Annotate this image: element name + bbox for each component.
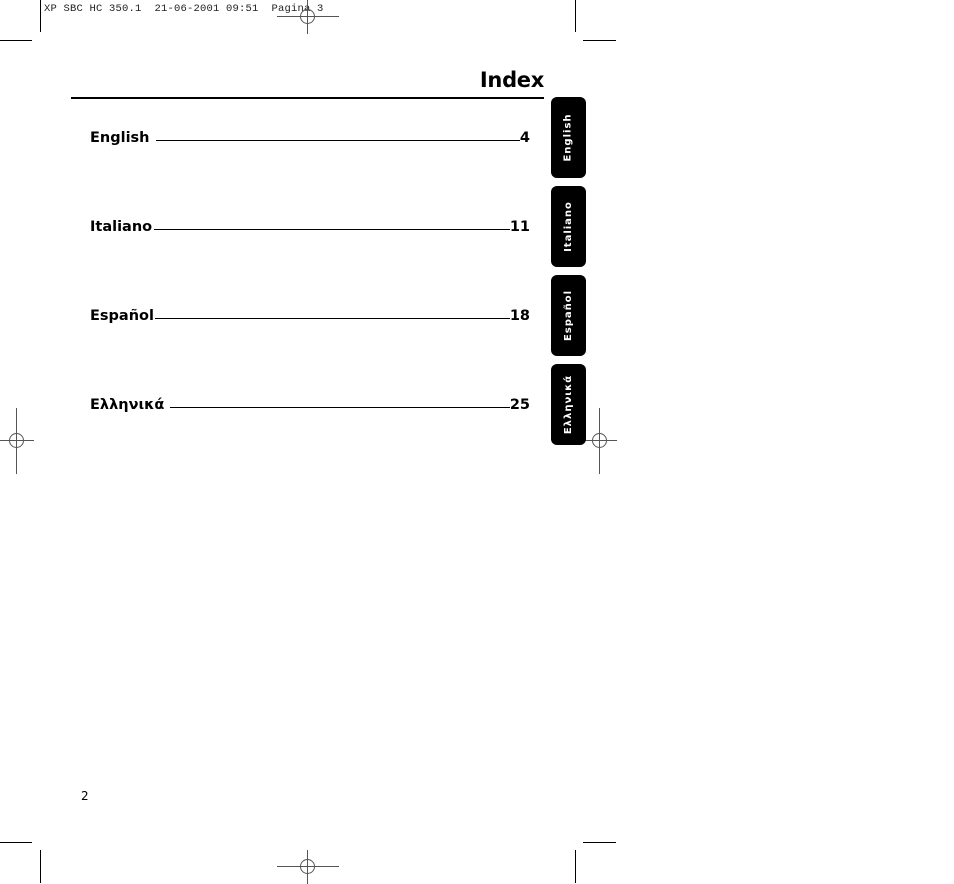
registration-mark-bottom xyxy=(277,850,339,884)
crop-mark-bottom-left-horizontal xyxy=(0,842,32,843)
toc-entry-page: 11 xyxy=(509,219,530,235)
title-divider xyxy=(71,97,544,99)
registration-mark-top xyxy=(277,0,339,34)
page-number: 2 xyxy=(81,789,89,803)
toc-entry-label: Italiano xyxy=(90,219,153,235)
toc-leader-line xyxy=(155,139,520,141)
toc-entry-page: 18 xyxy=(509,308,530,324)
side-tab-label: Español xyxy=(563,289,575,342)
side-tab-label: English xyxy=(563,113,575,162)
crop-mark-bottom-right-horizontal xyxy=(583,842,616,843)
side-tab-greek[interactable]: Ελληνικά xyxy=(551,364,586,445)
crop-mark-bottom-left-vertical xyxy=(40,850,41,883)
toc-entry-page: 4 xyxy=(519,130,530,146)
toc-entry-label: Ελληνικά xyxy=(90,397,165,413)
crop-mark-top-right-horizontal xyxy=(583,40,616,41)
side-tab-label: Ελληνικά xyxy=(563,374,575,435)
crop-mark-top-left-vertical xyxy=(40,0,41,32)
toc-leader-line xyxy=(154,228,510,230)
toc-entry-label: English xyxy=(90,130,150,146)
crop-mark-bottom-right-vertical xyxy=(575,850,576,883)
registration-mark-left xyxy=(0,408,34,474)
toc-entry-espanol[interactable]: Español 18 xyxy=(90,305,530,327)
toc-entry-italiano[interactable]: Italiano 11 xyxy=(90,216,530,238)
toc-entry-page: 25 xyxy=(509,397,530,413)
registration-mark-right xyxy=(583,408,617,474)
crop-mark-top-right-vertical xyxy=(575,0,576,32)
side-tab-label: Italiano xyxy=(563,201,574,252)
crop-mark-top-left-horizontal xyxy=(0,40,32,41)
side-tab-espanol[interactable]: Español xyxy=(551,275,586,356)
toc-leader-line xyxy=(170,406,510,408)
page-title: Index xyxy=(479,68,544,92)
toc-entry-greek[interactable]: Ελληνικά 25 xyxy=(90,394,530,416)
side-tab-italiano[interactable]: Italiano xyxy=(551,186,586,267)
toc-entry-label: Español xyxy=(90,308,154,324)
toc-leader-line xyxy=(154,317,510,319)
side-tab-english[interactable]: English xyxy=(551,97,586,178)
printer-slug: XP SBC HC 350.1 21-06-2001 09:51 Pagina … xyxy=(44,3,324,15)
toc-entry-english[interactable]: English 4 xyxy=(90,127,530,149)
